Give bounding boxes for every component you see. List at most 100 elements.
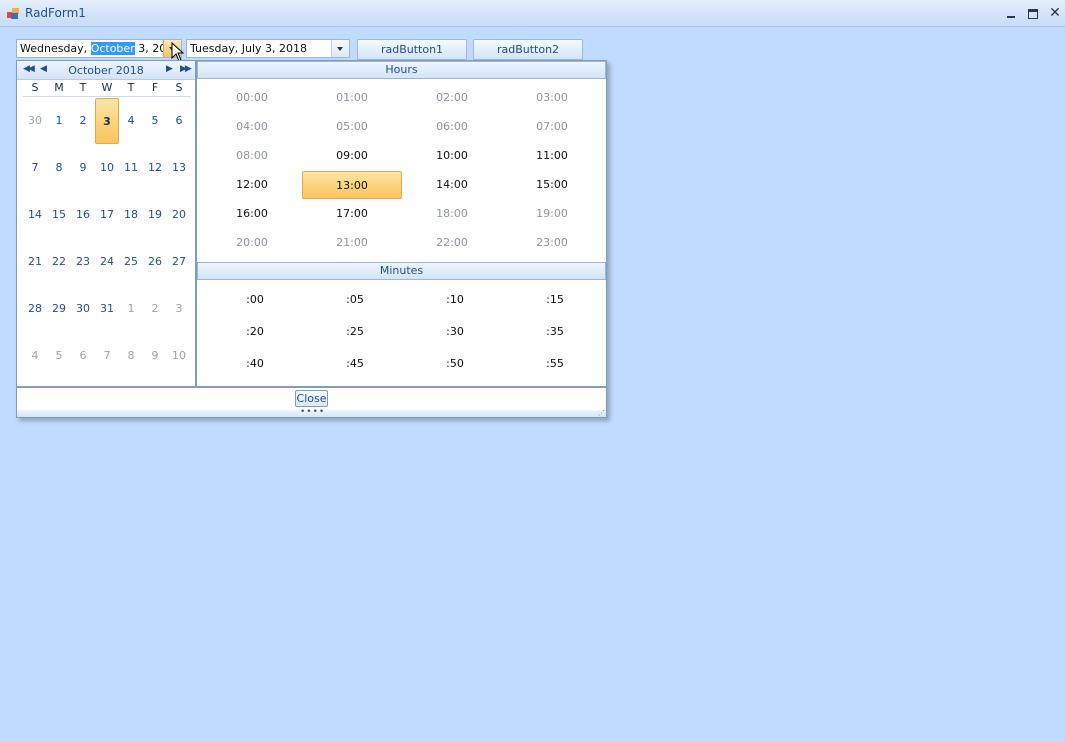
hour-cell[interactable]: 23:00 bbox=[502, 229, 602, 257]
datetime-picker-1[interactable]: Wednesday, October 3, 201 bbox=[16, 39, 182, 58]
calendar-day[interactable]: 8 bbox=[119, 333, 143, 379]
calendar-day[interactable]: 4 bbox=[23, 333, 47, 379]
calendar-day[interactable]: 3 bbox=[95, 98, 119, 144]
calendar-day[interactable]: 1 bbox=[119, 286, 143, 332]
hour-cell[interactable]: 07:00 bbox=[502, 113, 602, 141]
calendar-day[interactable]: 13 bbox=[167, 145, 191, 191]
calendar-day[interactable]: 20 bbox=[167, 192, 191, 238]
hour-cell[interactable]: 15:00 bbox=[502, 171, 602, 199]
hour-cell[interactable]: 12:00 bbox=[202, 171, 302, 199]
calendar-day[interactable]: 5 bbox=[47, 333, 71, 379]
minute-cell[interactable]: :20 bbox=[205, 316, 305, 348]
calendar-day[interactable]: 28 bbox=[23, 286, 47, 332]
calendar-day[interactable]: 2 bbox=[71, 98, 95, 144]
minute-cell[interactable]: :55 bbox=[505, 348, 605, 380]
calendar-day[interactable]: 2 bbox=[143, 286, 167, 332]
hour-cell[interactable]: 00:00 bbox=[202, 84, 302, 112]
calendar-day[interactable]: 10 bbox=[95, 145, 119, 191]
hour-cell[interactable]: 10:00 bbox=[402, 142, 502, 170]
maximize-icon bbox=[1028, 9, 1038, 19]
title-bar[interactable]: RadForm1 ✕ bbox=[0, 0, 1065, 27]
calendar-day[interactable]: 30 bbox=[71, 286, 95, 332]
hour-cell[interactable]: 13:00 bbox=[302, 171, 402, 199]
hour-cell[interactable]: 16:00 bbox=[202, 200, 302, 228]
fast-next-icon[interactable]: ▶▶ bbox=[180, 64, 192, 74]
calendar-day[interactable]: 6 bbox=[167, 98, 191, 144]
close-window-button[interactable]: ✕ bbox=[1047, 5, 1063, 21]
picker-2-text[interactable]: Tuesday, July 3, 2018 bbox=[190, 42, 307, 55]
minute-cell[interactable]: :00 bbox=[205, 284, 305, 316]
minute-cell[interactable]: :40 bbox=[205, 348, 305, 380]
calendar-day[interactable]: 15 bbox=[47, 192, 71, 238]
hour-cell[interactable]: 05:00 bbox=[302, 113, 402, 141]
minute-cell[interactable]: :35 bbox=[505, 316, 605, 348]
hour-cell[interactable]: 03:00 bbox=[502, 84, 602, 112]
divider bbox=[23, 96, 191, 97]
calendar-day[interactable]: 24 bbox=[95, 239, 119, 285]
hour-cell[interactable]: 08:00 bbox=[202, 142, 302, 170]
calendar-day[interactable]: 7 bbox=[95, 333, 119, 379]
calendar-day[interactable]: 12 bbox=[143, 145, 167, 191]
minimize-button[interactable] bbox=[1003, 5, 1019, 21]
calendar-day[interactable]: 10 bbox=[167, 333, 191, 379]
picker-2-dropdown-button[interactable] bbox=[331, 40, 349, 57]
hour-cell[interactable]: 22:00 bbox=[402, 229, 502, 257]
minute-cell[interactable]: :05 bbox=[305, 284, 405, 316]
calendar-day[interactable]: 3 bbox=[167, 286, 191, 332]
minute-cell[interactable]: :15 bbox=[505, 284, 605, 316]
calendar-day[interactable]: 11 bbox=[119, 145, 143, 191]
rad-button-1[interactable]: radButton1 bbox=[357, 39, 467, 60]
hour-cell[interactable]: 17:00 bbox=[302, 200, 402, 228]
hour-cell[interactable]: 02:00 bbox=[402, 84, 502, 112]
next-month-icon[interactable]: ▶ bbox=[166, 64, 173, 74]
calendar-day[interactable]: 8 bbox=[47, 145, 71, 191]
calendar-day[interactable]: 25 bbox=[119, 239, 143, 285]
hour-cell[interactable]: 21:00 bbox=[302, 229, 402, 257]
calendar-day[interactable]: 23 bbox=[71, 239, 95, 285]
maximize-button[interactable] bbox=[1025, 5, 1041, 21]
hour-cell[interactable]: 04:00 bbox=[202, 113, 302, 141]
rad-button-2[interactable]: radButton2 bbox=[473, 39, 583, 60]
datetime-picker-2[interactable]: Tuesday, July 3, 2018 bbox=[186, 39, 350, 58]
day-of-week-label: S bbox=[31, 81, 39, 94]
calendar-day[interactable]: 19 bbox=[143, 192, 167, 238]
minute-cell[interactable]: :10 bbox=[405, 284, 505, 316]
calendar-day[interactable]: 9 bbox=[71, 145, 95, 191]
calendar-day[interactable]: 5 bbox=[143, 98, 167, 144]
calendar-day[interactable]: 27 bbox=[167, 239, 191, 285]
calendar-day[interactable]: 30 bbox=[23, 98, 47, 144]
calendar-day[interactable]: 1 bbox=[47, 98, 71, 144]
hour-cell[interactable]: 14:00 bbox=[402, 171, 502, 199]
close-button[interactable]: Close bbox=[295, 390, 328, 407]
day-of-week-label: F bbox=[151, 81, 159, 94]
calendar-day[interactable]: 6 bbox=[71, 333, 95, 379]
hour-cell[interactable]: 20:00 bbox=[202, 229, 302, 257]
calendar-day[interactable]: 29 bbox=[47, 286, 71, 332]
minute-cell[interactable]: :30 bbox=[405, 316, 505, 348]
calendar-day[interactable]: 21 bbox=[23, 239, 47, 285]
minute-cell[interactable]: :45 bbox=[305, 348, 405, 380]
hour-cell[interactable]: 18:00 bbox=[402, 200, 502, 228]
resize-grip-icon[interactable]: ⋰ bbox=[598, 410, 605, 417]
calendar-day[interactable]: 26 bbox=[143, 239, 167, 285]
hour-cell[interactable]: 06:00 bbox=[402, 113, 502, 141]
hour-cell[interactable]: 19:00 bbox=[502, 200, 602, 228]
minute-cell[interactable]: :50 bbox=[405, 348, 505, 380]
calendar-day[interactable]: 18 bbox=[119, 192, 143, 238]
hours-header: Hours bbox=[197, 61, 606, 79]
calendar-day[interactable]: 7 bbox=[23, 145, 47, 191]
calendar-day[interactable]: 17 bbox=[95, 192, 119, 238]
calendar-day[interactable]: 9 bbox=[143, 333, 167, 379]
calendar-day[interactable]: 22 bbox=[47, 239, 71, 285]
picker-1-text[interactable]: Wednesday, October 3, 201 bbox=[20, 42, 173, 55]
hour-cell[interactable]: 11:00 bbox=[502, 142, 602, 170]
calendar-day[interactable]: 14 bbox=[23, 192, 47, 238]
hour-cell[interactable]: 01:00 bbox=[302, 84, 402, 112]
minute-cell[interactable]: :25 bbox=[305, 316, 405, 348]
calendar-day[interactable]: 31 bbox=[95, 286, 119, 332]
resize-grip-bar[interactable]: •••• ⋰ bbox=[17, 408, 606, 417]
hour-cell[interactable]: 09:00 bbox=[302, 142, 402, 170]
day-of-week-label: M bbox=[54, 81, 64, 94]
calendar-day[interactable]: 4 bbox=[119, 98, 143, 144]
calendar-day[interactable]: 16 bbox=[71, 192, 95, 238]
